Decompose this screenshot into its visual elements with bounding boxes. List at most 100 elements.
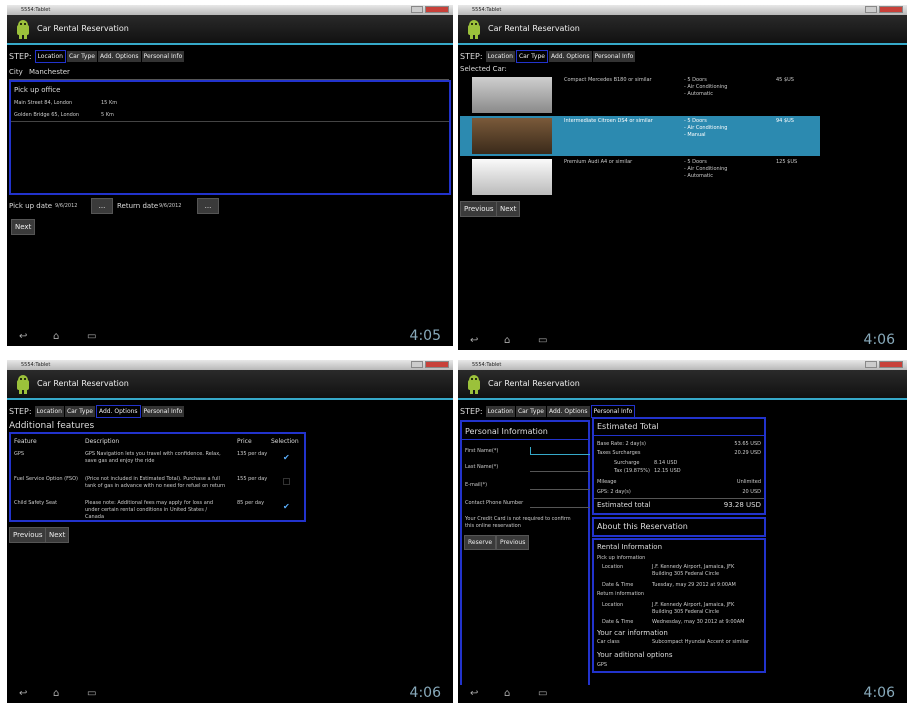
tab-personal-info[interactable]: Personal Info — [141, 405, 185, 417]
tab-car-type[interactable]: Car Type — [515, 405, 546, 417]
home-icon[interactable]: ⌂ — [53, 331, 59, 342]
back-icon[interactable]: ↩ — [470, 688, 478, 699]
system-nav-bar: ↩ ⌂ ▭ 4:06 — [7, 685, 453, 703]
tab-location[interactable]: Location — [34, 49, 66, 63]
clock: 4:05 — [409, 328, 441, 344]
back-icon[interactable]: ↩ — [19, 331, 27, 342]
tab-personal-info[interactable]: Personal Info — [590, 404, 636, 418]
feature-description: GPS Navigation lets you travel with conf… — [85, 451, 221, 457]
close-button[interactable] — [879, 361, 903, 368]
close-button[interactable] — [879, 6, 903, 13]
recent-apps-icon[interactable]: ▭ — [87, 688, 96, 699]
tab-add-options[interactable]: Add. Options — [548, 50, 592, 62]
return-date-button[interactable]: ... — [197, 198, 219, 214]
next-button[interactable]: Next — [11, 219, 36, 235]
office-address: Golden Bridge 65, London — [14, 112, 80, 118]
car-price: 94 $US — [776, 118, 794, 124]
car-feature: - 5 Doors — [684, 118, 707, 124]
reserve-button[interactable]: Reserve — [464, 535, 497, 550]
list-item[interactable]: Premium Audi A4 or similar - 5 Doors - A… — [460, 157, 820, 197]
feature-name: Fuel Service Option (FSO) — [14, 476, 78, 482]
clock: 4:06 — [409, 685, 441, 701]
tab-personal-info[interactable]: Personal Info — [592, 50, 636, 62]
last-name-label: Last Name(*) — [465, 464, 499, 470]
back-icon[interactable]: ↩ — [19, 688, 27, 699]
next-button[interactable]: Next — [45, 527, 70, 543]
return-time: Wednesday, may 30 2012 at 9:00AM — [652, 619, 745, 625]
first-name-field[interactable] — [530, 447, 590, 455]
home-icon[interactable]: ⌂ — [504, 335, 510, 346]
car-class-value: Subcompact Hyundai Accent or similar — [652, 639, 750, 645]
feature-price: 85 per day — [237, 500, 265, 506]
tab-add-options[interactable]: Add. Options — [95, 404, 141, 418]
tab-add-options[interactable]: Add. Options — [97, 50, 141, 62]
back-icon[interactable]: ↩ — [470, 335, 478, 346]
phone-label: Contact Phone Number — [465, 500, 524, 506]
tab-add-options[interactable]: Add. Options — [546, 405, 590, 417]
recent-apps-icon[interactable]: ▭ — [87, 331, 96, 342]
mileage-label: Mileage — [597, 479, 617, 485]
previous-button[interactable]: Previous — [496, 535, 530, 550]
gps-value: 20 USD — [742, 489, 761, 495]
car-info-title: Your car information — [597, 629, 668, 637]
tab-car-type[interactable]: Car Type — [66, 50, 97, 62]
car-feature: - 5 Doors — [684, 159, 707, 165]
close-button[interactable] — [425, 6, 449, 13]
step-label: STEP: — [460, 406, 483, 416]
car-feature: - Manual — [684, 132, 706, 138]
list-item[interactable]: Golden Bridge 65, London 5 Km — [11, 110, 449, 122]
return-info-label: Return information — [597, 591, 645, 597]
pickup-date-button[interactable]: ... — [91, 198, 113, 214]
minimize-button[interactable] — [865, 361, 877, 368]
car-name: Intermediate Citroen DS4 or similar — [564, 118, 653, 124]
tab-location[interactable]: Location — [485, 50, 515, 62]
email-field[interactable] — [530, 482, 590, 490]
gps-checkbox[interactable]: ✔ — [283, 453, 290, 462]
home-icon[interactable]: ⌂ — [504, 688, 510, 699]
return-location: J.F. Kennedy Airport, Jamaica, JFK — [652, 602, 735, 608]
tab-location[interactable]: Location — [34, 405, 64, 417]
home-icon[interactable]: ⌂ — [53, 688, 59, 699]
city-field[interactable]: City Manchester — [9, 66, 449, 80]
previous-button[interactable]: Previous — [9, 527, 47, 543]
system-nav-bar: ↩ ⌂ ▭ 4:06 — [458, 685, 907, 703]
recent-apps-icon[interactable]: ▭ — [538, 335, 547, 346]
app-title: Car Rental Reservation — [37, 379, 129, 388]
list-item[interactable]: Compact Mercedes B180 or similar - 5 Doo… — [460, 75, 820, 115]
previous-button[interactable]: Previous — [460, 201, 498, 217]
tab-car-type[interactable]: Car Type — [515, 49, 548, 63]
list-item[interactable]: Main Street 84, London 15 Km — [11, 98, 449, 110]
car-feature: - Air Conditioning — [684, 84, 728, 90]
close-button[interactable] — [425, 361, 449, 368]
fso-checkbox[interactable] — [283, 478, 290, 485]
system-nav-bar: ↩ ⌂ ▭ 4:05 — [7, 328, 453, 346]
personal-info-form: Personal Information First Name(*) Last … — [460, 420, 590, 688]
office-distance: 15 Km — [101, 100, 118, 106]
step-bar: STEP: Location Car Type Add. Options Per… — [9, 49, 185, 63]
step-label: STEP: — [460, 51, 483, 61]
feature-name: GPS — [14, 451, 25, 457]
first-name-label: First Name(*) — [465, 448, 499, 454]
window-title: 5554:Tablet — [472, 7, 502, 13]
tab-personal-info[interactable]: Personal Info — [141, 50, 185, 62]
child-seat-checkbox[interactable]: ✔ — [283, 502, 290, 511]
feature-price: 155 per day — [237, 476, 268, 482]
option-gps: GPS — [597, 662, 608, 668]
list-item[interactable]: Intermediate Citroen DS4 or similar - 5 … — [460, 116, 820, 156]
minimize-button[interactable] — [411, 6, 423, 13]
android-icon — [17, 20, 29, 39]
minimize-button[interactable] — [411, 361, 423, 368]
phone-field[interactable] — [530, 500, 590, 508]
recent-apps-icon[interactable]: ▭ — [538, 688, 547, 699]
step-label: STEP: — [9, 51, 32, 61]
feature-description: tank of gas in advance with no need for … — [85, 483, 226, 489]
feature-description: save gas and enjoy the ride — [85, 458, 155, 464]
tab-location[interactable]: Location — [485, 405, 515, 417]
minimize-button[interactable] — [865, 6, 877, 13]
app-title: Car Rental Reservation — [488, 379, 580, 388]
step-bar: STEP: Location Car Type Add. Options Per… — [9, 404, 185, 418]
last-name-field[interactable] — [530, 464, 590, 472]
next-button[interactable]: Next — [496, 201, 521, 217]
tab-car-type[interactable]: Car Type — [64, 405, 95, 417]
estimated-total-box: Estimated Total Base Rate: 2 day(s) 53.6… — [592, 417, 766, 515]
